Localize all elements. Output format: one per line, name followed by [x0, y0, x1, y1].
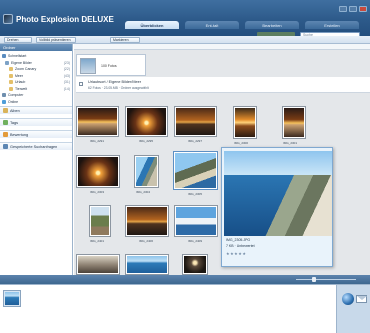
folder-icon	[2, 54, 6, 59]
zoom-slider-handle[interactable]	[312, 277, 316, 282]
group-checkbox[interactable]	[79, 82, 83, 86]
photo-thumbnail[interactable]	[134, 155, 159, 188]
album-icon	[3, 108, 8, 113]
close-button[interactable]	[359, 6, 367, 12]
sidebar-header: Ordner	[0, 44, 72, 51]
rotate-button[interactable]: Drehen	[4, 37, 32, 43]
search-icon	[3, 144, 8, 149]
title-bar: Photo Explosion DELUXE Überblicken Ent-t…	[0, 0, 370, 38]
tab-bearbeiten[interactable]: Bearbeiten	[245, 21, 299, 29]
minimize-button[interactable]	[339, 6, 347, 12]
preview-filename: IMG_2305.JPG	[226, 238, 251, 242]
photo-thumbnail[interactable]	[125, 205, 169, 237]
photo-thumbnail-selected[interactable]	[173, 151, 218, 190]
folder-group-header: Urlaubsort / Eigene Bilder/Meer 62 Fotos…	[76, 77, 370, 93]
preview-image	[224, 151, 332, 236]
folder-icon	[9, 80, 13, 85]
photo-thumbnail[interactable]	[174, 106, 217, 137]
photo-caption: IMG_2305	[188, 192, 203, 196]
nav-tags[interactable]: Tags	[0, 118, 72, 126]
photo-caption: IMG_2401	[90, 239, 105, 243]
status-bar	[0, 275, 370, 284]
photo-caption: IMG_2295	[139, 139, 154, 143]
photo-caption: IMG_2304	[136, 190, 151, 194]
photo-thumbnail[interactable]	[76, 155, 120, 188]
mail-icon[interactable]	[356, 295, 367, 303]
fullscreen-button[interactable]: Vollbild präsentieren	[36, 37, 76, 43]
photo-caption: IMG_2291	[90, 139, 105, 143]
tree-item-online[interactable]: Online	[2, 99, 72, 106]
zoom-slider-track[interactable]	[296, 279, 356, 280]
computer-icon	[2, 93, 6, 98]
photo-tray	[0, 284, 370, 333]
photo-thumbnail[interactable]	[233, 106, 257, 139]
tab-erstellen[interactable]: Erstellen	[305, 21, 359, 29]
photo-thumbnail[interactable]	[89, 205, 111, 237]
photo-thumbnail[interactable]	[182, 254, 208, 275]
tray-actions	[336, 285, 370, 333]
photo-caption: IMG_2297	[188, 139, 203, 143]
main-tabs: Überblicken Ent-tait Bearbeiten Erstelle…	[125, 21, 359, 29]
globe-icon[interactable]	[342, 293, 354, 305]
photo-caption: IMG_2300	[234, 141, 249, 145]
photo-thumbnail[interactable]	[282, 106, 306, 139]
photo-thumbnail[interactable]	[125, 106, 168, 137]
tab-ueberblicken[interactable]: Überblicken	[125, 21, 179, 29]
photo-caption: IMG_2303	[90, 190, 105, 194]
mark-button[interactable]: Markieren	[110, 37, 140, 43]
album-card[interactable]: 100 Fotos	[76, 54, 146, 76]
preview-info: 7 KB · Unbewertet	[226, 244, 255, 248]
nav-alben[interactable]: Alben	[0, 106, 72, 114]
photo-thumbnail[interactable]	[76, 106, 119, 137]
content-toolbar	[74, 44, 370, 50]
tray-photo-thumbnail[interactable]	[3, 290, 21, 307]
photo-caption: IMG_2409	[188, 239, 203, 243]
folder-tree: Schnellstart Eigene Bilder (23) Zoom Can…	[0, 51, 72, 105]
photo-caption: IMG_2301	[283, 141, 298, 145]
album-thumbnail	[80, 58, 96, 74]
folder-icon	[5, 60, 9, 65]
app-logo-icon	[3, 14, 13, 24]
rating-stars[interactable]: ★★★★★	[226, 251, 246, 256]
folder-icon	[9, 67, 13, 72]
photo-thumbnail[interactable]	[174, 205, 218, 237]
nav-bewertung[interactable]: Bewertung	[0, 130, 72, 138]
toolbar: Drehen Vollbild präsentieren Markieren	[0, 36, 370, 44]
tag-icon	[3, 120, 8, 125]
globe-icon	[2, 99, 6, 104]
folder-icon	[9, 73, 13, 78]
photo-thumbnail[interactable]	[76, 254, 120, 275]
star-icon	[3, 132, 8, 137]
tab-ent-tait[interactable]: Ent-tait	[185, 21, 239, 29]
sidebar: Ordner Schnellstart Eigene Bilder (23) Z…	[0, 44, 73, 275]
folder-icon	[9, 86, 13, 91]
window-controls	[339, 6, 367, 12]
photo-preview-popup: IMG_2305.JPG 7 KB · Unbewertet ★★★★★	[221, 147, 333, 267]
photo-thumbnail[interactable]	[125, 254, 169, 275]
app-title: Photo Explosion DELUXE	[16, 15, 114, 24]
photo-caption: IMG_2406	[139, 239, 154, 243]
maximize-button[interactable]	[349, 6, 357, 12]
nav-saved-searches[interactable]: Gespeicherte Suchanfragen	[0, 142, 72, 150]
